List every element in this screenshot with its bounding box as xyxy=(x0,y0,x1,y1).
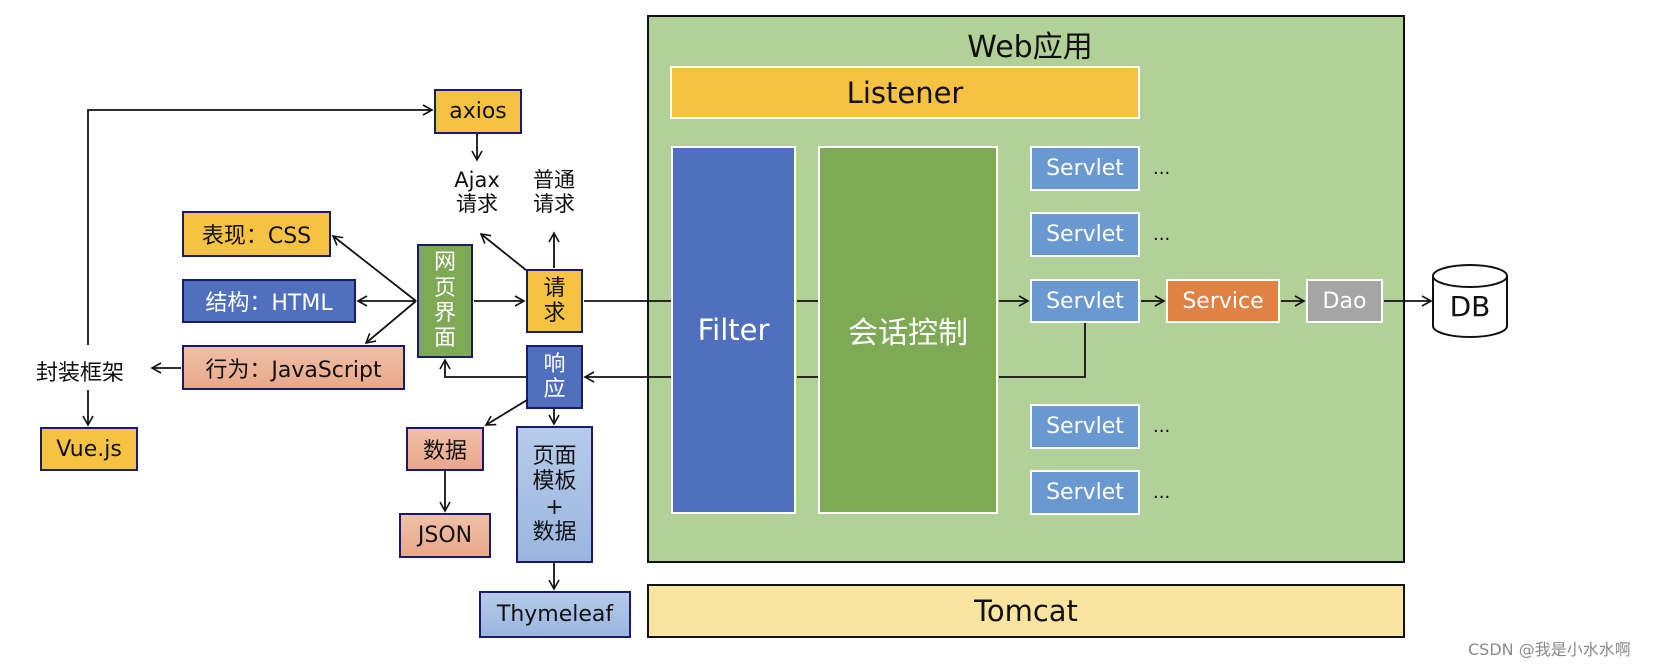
arrow-request-to-ajax xyxy=(479,232,527,271)
arrow-response-to-webpage xyxy=(439,358,526,378)
connector-layer xyxy=(82,104,1433,591)
arrow-webpage-to-css xyxy=(331,234,417,302)
arrow-framework-to-axios xyxy=(87,104,434,345)
line-servlet-return xyxy=(999,323,1086,378)
arrow-response-to-data xyxy=(484,399,528,426)
arrow-webpage-to-js xyxy=(364,300,417,345)
